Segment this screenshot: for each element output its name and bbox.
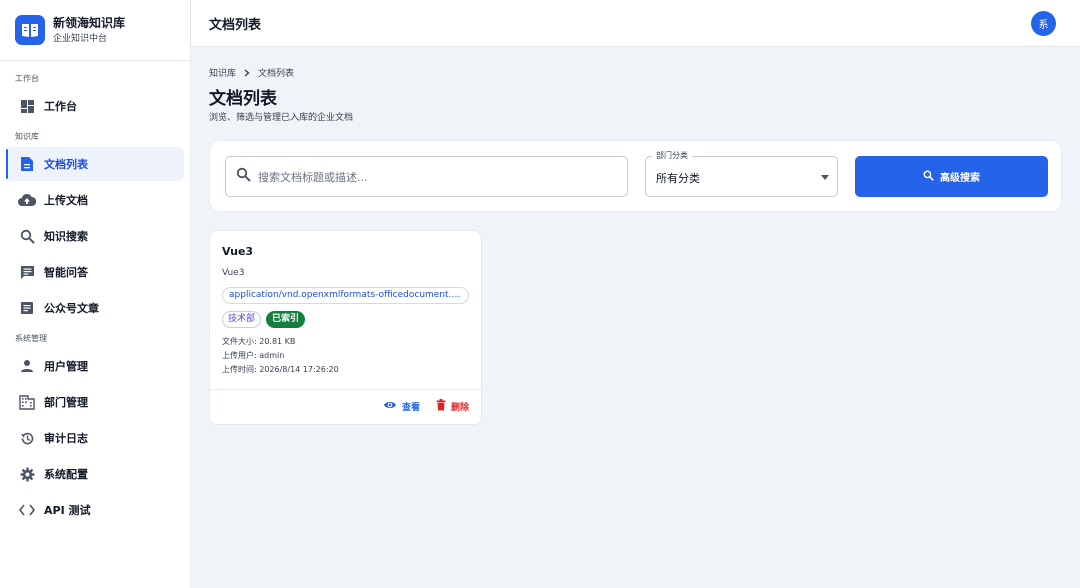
- delete-button[interactable]: 删除: [436, 399, 469, 414]
- search-icon: [18, 227, 36, 245]
- upload-time: 上传时间: 2026/8/14 17:26:20: [222, 365, 339, 374]
- page-subtitle: 浏览、筛选与管理已入库的企业文档: [209, 113, 354, 123]
- search-input[interactable]: 搜索文档标题或描述...: [225, 156, 628, 197]
- sidebar-item-users[interactable]: 用户管理: [6, 349, 184, 383]
- trash-icon: [436, 399, 446, 414]
- document-title: Vue3: [222, 245, 254, 258]
- sidebar-item-api[interactable]: API 测试: [6, 493, 184, 527]
- nav-section-knowledge: 知识库: [15, 132, 39, 141]
- delete-label: 删除: [450, 403, 469, 413]
- top-header: 文档列表 系: [191, 0, 1080, 47]
- eye-icon: [383, 400, 397, 413]
- sidebar-item-search[interactable]: 知识搜索: [6, 219, 184, 253]
- sidebar-item-upload[interactable]: 上传文档: [6, 183, 184, 217]
- category-select[interactable]: 部门分类 所有分类: [645, 151, 838, 197]
- status-badge: 已索引: [266, 311, 306, 328]
- sidebar-item-label: 文档列表: [44, 158, 88, 171]
- sidebar-item-label: 知识搜索: [44, 230, 88, 243]
- chat-icon: [18, 263, 36, 281]
- sidebar-item-label: 审计日志: [44, 432, 88, 445]
- brand-title: 新领海知识库: [53, 15, 126, 30]
- sidebar-item-config[interactable]: 系统配置: [6, 457, 184, 491]
- search-icon: [923, 170, 934, 184]
- user-icon: [18, 357, 36, 375]
- view-button[interactable]: 查看: [383, 400, 420, 413]
- building-icon: [18, 393, 36, 411]
- article-icon: [18, 299, 36, 317]
- dashboard-icon: [18, 97, 36, 115]
- book-logo-icon: [15, 15, 45, 45]
- caret-down-icon: [821, 175, 829, 180]
- sidebar-item-workbench[interactable]: 工作台: [6, 89, 184, 123]
- advanced-search-label: 高级搜索: [940, 173, 980, 184]
- sidebar-item-departments[interactable]: 部门管理: [6, 385, 184, 419]
- sidebar-item-label: 公众号文章: [44, 302, 99, 315]
- sidebar-item-label: 上传文档: [44, 194, 88, 207]
- document-icon: [18, 155, 36, 173]
- sidebar: 新领海知识库 企业知识中台 工作台 工作台 知识库 文档列表 上传文档 知识搜索…: [0, 0, 191, 588]
- search-icon: [236, 167, 251, 186]
- sidebar-item-label: 智能问答: [44, 266, 88, 279]
- sidebar-item-articles[interactable]: 公众号文章: [6, 291, 184, 325]
- nav-section-workbench: 工作台: [15, 74, 39, 83]
- history-icon: [18, 429, 36, 447]
- header-title: 文档列表: [209, 17, 262, 33]
- cloud-upload-icon: [18, 191, 36, 209]
- chevron-right-icon: [244, 68, 250, 77]
- view-label: 查看: [401, 403, 420, 413]
- breadcrumb-current: 文档列表: [258, 69, 295, 79]
- file-size: 文件大小: 20.81 KB: [222, 337, 296, 346]
- sidebar-item-audit[interactable]: 审计日志: [6, 421, 184, 455]
- department-chip: 技术部: [222, 311, 262, 328]
- card-divider: [210, 389, 481, 390]
- document-description: Vue3: [222, 268, 245, 278]
- mime-type-chip: application/vnd.openxmlformats-officedoc…: [222, 287, 469, 304]
- sidebar-item-qa[interactable]: 智能问答: [6, 255, 184, 289]
- brand: 新领海知识库 企业知识中台: [0, 0, 190, 61]
- document-card: Vue3 Vue3 application/vnd.openxmlformats…: [209, 230, 482, 425]
- sidebar-item-label: 工作台: [44, 100, 77, 113]
- gear-icon: [18, 465, 36, 483]
- sidebar-item-label: 用户管理: [44, 360, 88, 373]
- sidebar-item-label: API 测试: [44, 504, 91, 517]
- sidebar-item-documents[interactable]: 文档列表: [6, 147, 184, 181]
- filter-card: 搜索文档标题或描述... 部门分类 所有分类 高级搜索: [209, 140, 1062, 212]
- breadcrumb-root[interactable]: 知识库: [209, 66, 236, 79]
- uploader: 上传用户: admin: [222, 351, 285, 360]
- sidebar-item-label: 系统配置: [44, 468, 88, 481]
- sidebar-item-label: 部门管理: [44, 396, 88, 409]
- breadcrumb: 知识库 文档列表: [209, 66, 294, 79]
- main-content: 知识库 文档列表 文档列表 浏览、筛选与管理已入库的企业文档 搜索文档标题或描述…: [191, 48, 1080, 588]
- advanced-search-button[interactable]: 高级搜索: [855, 156, 1048, 197]
- category-select-label: 部门分类: [652, 151, 692, 161]
- code-icon: [18, 501, 36, 519]
- search-placeholder: 搜索文档标题或描述...: [258, 170, 368, 184]
- nav-section-system: 系统管理: [15, 334, 47, 343]
- avatar[interactable]: 系: [1031, 11, 1056, 36]
- page-title: 文档列表: [209, 89, 277, 109]
- category-select-value: 所有分类: [656, 172, 700, 185]
- brand-subtitle: 企业知识中台: [53, 33, 108, 44]
